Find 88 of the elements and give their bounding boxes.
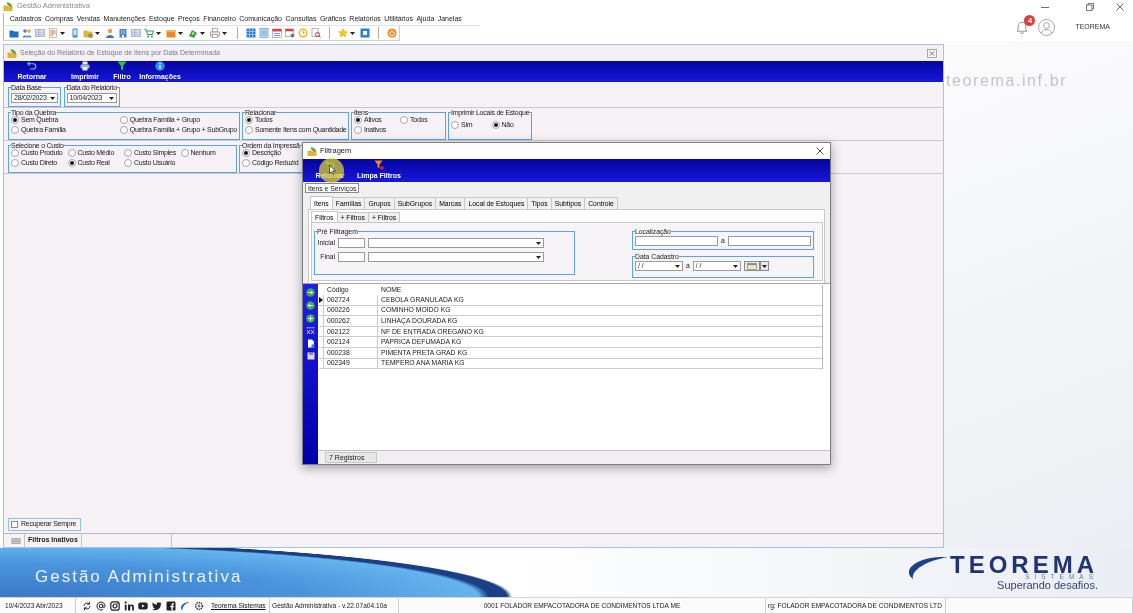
caret-icon[interactable] xyxy=(200,31,205,35)
banner-title: Gestão Administrativa xyxy=(35,566,243,587)
caret-icon[interactable] xyxy=(156,31,161,35)
folder-leaf-icon xyxy=(3,2,13,11)
radio-button[interactable] xyxy=(119,125,128,134)
radio-button[interactable] xyxy=(451,121,459,129)
folder-icon[interactable] xyxy=(9,28,19,38)
bell-icon[interactable] xyxy=(1016,20,1029,34)
person-icon[interactable] xyxy=(105,28,115,38)
user-avatar-icon[interactable] xyxy=(1038,18,1056,36)
calendar-icon[interactable] xyxy=(272,28,282,38)
gear-icon[interactable] xyxy=(194,600,204,611)
text-field[interactable] xyxy=(338,252,365,262)
phone-icon[interactable] xyxy=(70,28,80,38)
caret-icon xyxy=(761,264,767,268)
double-x-icon[interactable] xyxy=(306,327,315,335)
radio-button[interactable] xyxy=(119,116,128,125)
youtube-icon[interactable] xyxy=(138,600,148,611)
radio-button[interactable] xyxy=(11,149,19,158)
keyboard-icon xyxy=(11,537,21,544)
radio-button[interactable] xyxy=(354,116,362,125)
text-field[interactable] xyxy=(338,238,365,248)
sync-icon[interactable] xyxy=(82,600,92,611)
facebook-icon[interactable] xyxy=(166,600,176,611)
radio-button[interactable] xyxy=(245,116,253,125)
folder-leaf-icon xyxy=(307,146,317,156)
text-field[interactable] xyxy=(635,236,719,246)
radio-button[interactable] xyxy=(67,158,76,167)
cart-icon[interactable] xyxy=(144,28,154,38)
funnel-icon xyxy=(374,160,384,170)
arrow-right-icon[interactable] xyxy=(306,288,315,297)
radio-button[interactable] xyxy=(11,116,19,125)
caret-icon xyxy=(536,241,541,245)
caret-icon xyxy=(108,96,114,100)
radio-button[interactable] xyxy=(400,116,408,125)
at-sign-icon[interactable] xyxy=(96,600,106,611)
window-icon[interactable] xyxy=(360,28,370,38)
close-icon[interactable] xyxy=(816,147,824,155)
radio-button[interactable] xyxy=(242,149,250,158)
info-icon xyxy=(155,61,165,71)
instagram-icon[interactable] xyxy=(110,600,120,611)
document-search-icon[interactable] xyxy=(311,28,321,38)
document-icon[interactable] xyxy=(306,339,315,348)
radio-button[interactable] xyxy=(11,158,19,167)
logo-text: TEOREMA xyxy=(950,555,1098,574)
dropdown-button[interactable] xyxy=(759,261,769,271)
caret-icon xyxy=(49,96,55,100)
caret-icon[interactable] xyxy=(95,31,100,35)
caret-icon xyxy=(675,264,680,268)
restore-icon[interactable] xyxy=(1086,2,1094,11)
folder-leaf-icon xyxy=(7,48,17,58)
return-arrow-icon xyxy=(27,61,37,71)
caret-icon[interactable] xyxy=(60,31,65,35)
calendar-icon[interactable] xyxy=(285,28,295,38)
caret-icon xyxy=(536,255,541,259)
plus-icon[interactable] xyxy=(306,314,315,323)
radio-button[interactable] xyxy=(124,158,132,167)
caret-icon xyxy=(732,264,738,268)
twitter-bird-icon[interactable] xyxy=(152,600,162,611)
tagline: Superando desafios. xyxy=(997,579,1098,590)
building-icon[interactable] xyxy=(118,28,128,38)
calendar-icon xyxy=(746,262,757,270)
radio-button[interactable] xyxy=(11,125,19,134)
radio-button[interactable] xyxy=(180,149,189,158)
dropdown-field[interactable] xyxy=(368,252,544,262)
checkbox[interactable] xyxy=(11,521,18,528)
caret-icon[interactable] xyxy=(222,31,227,35)
dropdown-field[interactable] xyxy=(368,238,544,248)
radio-button[interactable] xyxy=(491,121,500,129)
table-icon[interactable] xyxy=(131,28,141,38)
swoosh-icon xyxy=(908,555,948,580)
radio-button[interactable] xyxy=(245,125,253,134)
close-icon[interactable] xyxy=(1116,2,1124,11)
caret-icon[interactable] xyxy=(350,31,355,35)
text-field[interactable] xyxy=(727,236,811,246)
radio-button[interactable] xyxy=(242,158,250,167)
linkedin-icon[interactable] xyxy=(124,600,134,611)
arrow-left-icon[interactable] xyxy=(306,301,315,310)
radio-button[interactable] xyxy=(354,125,362,134)
caret-icon[interactable] xyxy=(178,31,183,35)
notification-badge: 4 xyxy=(1024,14,1036,26)
table-icon[interactable] xyxy=(35,28,45,38)
swoosh-icon[interactable] xyxy=(180,600,190,611)
star-icon[interactable] xyxy=(338,28,348,38)
radio-button[interactable] xyxy=(67,149,76,158)
people-icon[interactable] xyxy=(22,28,32,38)
radio-button[interactable] xyxy=(124,149,132,158)
power-icon[interactable] xyxy=(387,28,397,38)
